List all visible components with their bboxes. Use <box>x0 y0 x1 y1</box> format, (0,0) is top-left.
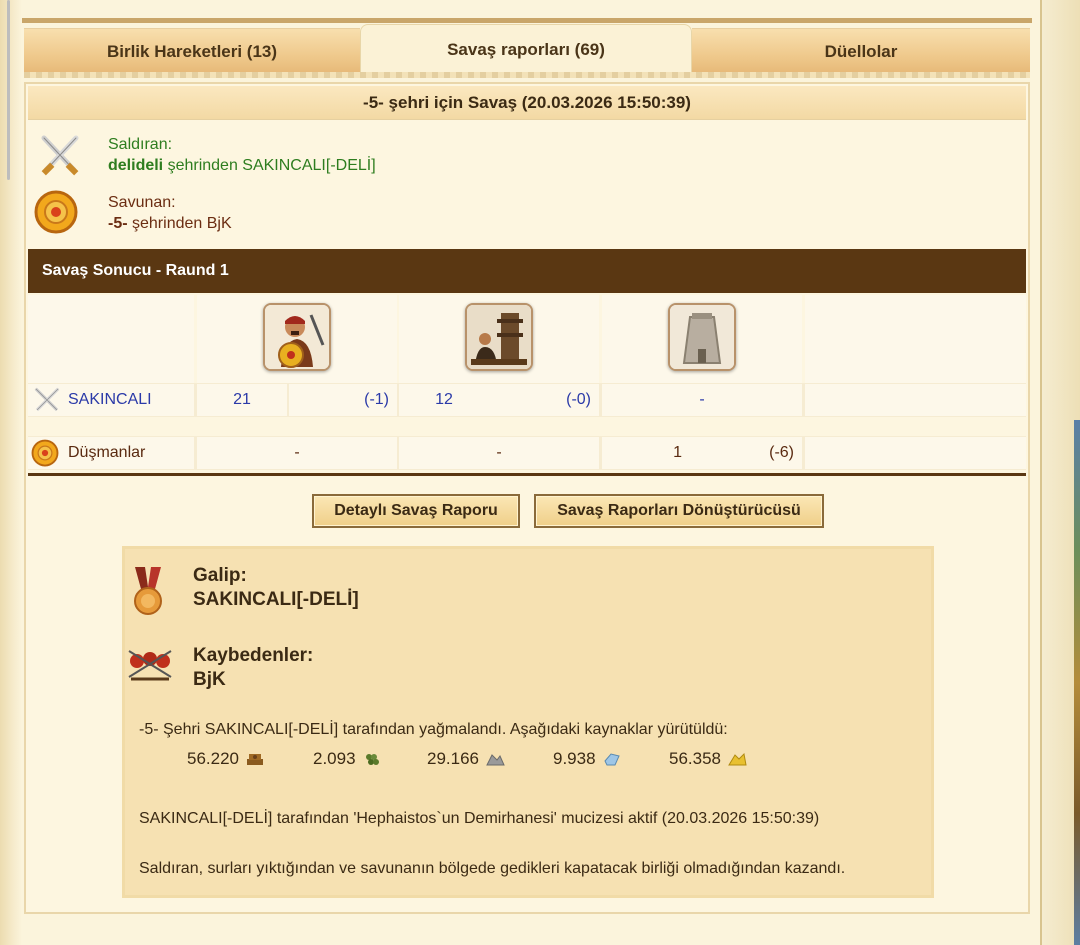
defender-unit3-count: 1 <box>602 437 692 469</box>
resource-wood-value: 56.220 <box>187 749 239 768</box>
defender-label: Savunan: <box>108 194 176 211</box>
tab-battle-reports[interactable]: Savaş raporları (69) <box>360 24 692 74</box>
losers-label: Kaybedenler: <box>193 645 314 666</box>
shield-icon <box>31 439 59 467</box>
background-strip <box>1074 420 1080 945</box>
table-bottom-rule <box>28 473 1026 476</box>
plunder-text: -5- Şehri SAKINCALI[-DELİ] tarafından ya… <box>139 721 728 738</box>
crossed-swords-icon <box>41 135 79 176</box>
attacker-unit2-loss: (-0) <box>544 384 599 416</box>
wall-tower-unit-icon[interactable] <box>668 303 736 371</box>
fallen-soldiers-icon <box>128 650 172 681</box>
attacker-unit1-count: 21 <box>197 384 287 416</box>
resource-marble: 29.166 <box>427 749 505 769</box>
report-tabs: Birlik Hareketleri (13) Savaş raporları … <box>24 24 1030 74</box>
resource-marble-value: 29.166 <box>427 749 479 768</box>
defender-line: -5- şehrinden BjK <box>108 215 232 233</box>
defender-unit1-count: - <box>197 437 397 469</box>
report-title: -5- şehri için Savaş (20.03.2026 15:50:3… <box>28 86 1026 120</box>
attacker-player[interactable]: şehrinden SAKINCALI[-DELİ] <box>163 157 376 174</box>
grapes-icon <box>365 754 379 765</box>
resource-crystal-value: 9.938 <box>553 749 596 768</box>
marble-icon <box>486 754 505 766</box>
resource-wood: 56.220 <box>187 749 265 769</box>
top-border <box>22 18 1032 23</box>
reason-text: Saldıran, surları yıktığından ve savunan… <box>139 860 846 877</box>
unit-cell-wall <box>602 295 802 383</box>
siege-catapult-unit-icon[interactable] <box>465 303 533 371</box>
wood-icon <box>247 754 263 765</box>
tab-divider <box>24 72 1030 78</box>
hoplite-unit-icon[interactable] <box>263 303 331 371</box>
sulfur-icon <box>728 752 747 766</box>
winner-name[interactable]: SAKINCALI[-DELİ] <box>193 589 359 611</box>
tab-unit-movements[interactable]: Birlik Hareketleri (13) <box>24 28 360 74</box>
attacker-line: delideli şehrinden SAKINCALI[-DELİ] <box>108 157 376 175</box>
battle-summary: Galip: SAKINCALI[-DELİ] Kaybedenler: BjK… <box>122 546 934 898</box>
unit-header-empty <box>28 295 194 383</box>
attacker-label: Saldıran: <box>108 136 173 153</box>
crossed-swords-icon <box>34 387 60 412</box>
defender-player[interactable]: şehrinden BjK <box>128 215 232 232</box>
wonder-text: SAKINCALI[-DELİ] tarafından 'Hephaistos`… <box>139 810 820 827</box>
unit-header-empty-end <box>805 295 1026 383</box>
defender-row-name: Düşmanlar <box>28 437 194 469</box>
medal-icon <box>134 567 162 615</box>
shield-icon <box>34 190 78 234</box>
resource-sulfur-value: 56.358 <box>669 749 721 768</box>
attacker-row-empty <box>805 384 1026 416</box>
winner-label: Galip: <box>193 565 247 586</box>
resource-wine-value: 2.093 <box>313 749 356 768</box>
resource-sulfur: 56.358 <box>669 749 747 769</box>
defender-row-label: Düşmanlar <box>68 444 146 461</box>
battle-result-header: Savaş Sonucu - Raund 1 <box>28 249 1026 293</box>
left-frame <box>0 0 22 945</box>
unit-cell-catapult <box>399 295 599 383</box>
resource-wine: 2.093 <box>313 749 382 769</box>
attacker-row-name: SAKINCALI <box>28 384 194 416</box>
attacker-city[interactable]: delideli <box>108 157 163 174</box>
attacker-unit2-count: 12 <box>399 384 544 416</box>
battle-report-panel: -5- şehri için Savaş (20.03.2026 15:50:3… <box>24 82 1030 914</box>
detailed-report-button[interactable]: Detaylı Savaş Raporu <box>312 494 520 528</box>
crystal-icon <box>603 753 620 766</box>
losers-name[interactable]: BjK <box>193 669 226 691</box>
defender-row-empty <box>805 437 1026 469</box>
scrollbar[interactable] <box>7 0 10 180</box>
defender-unit3-loss: (-6) <box>692 437 802 469</box>
attacker-row-label[interactable]: SAKINCALI <box>68 391 152 409</box>
unit-cell-hoplite <box>197 295 397 383</box>
resource-crystal: 9.938 <box>553 749 622 769</box>
attacker-unit1-loss: (-1) <box>289 384 397 416</box>
defender-unit2-count: - <box>399 437 599 469</box>
defender-city[interactable]: -5- <box>108 215 128 232</box>
report-converter-button[interactable]: Savaş Raporları Dönüştürücüsü <box>534 494 824 528</box>
tab-duels[interactable]: Düellolar <box>692 28 1030 74</box>
attacker-unit3-count: - <box>602 384 802 416</box>
